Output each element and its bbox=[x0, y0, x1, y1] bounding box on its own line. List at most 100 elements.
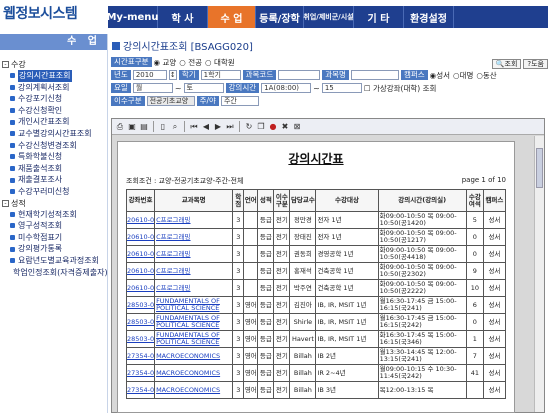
menu-item-6[interactable]: 환경설정 bbox=[404, 6, 454, 28]
course-name-link[interactable]: C프로그래밍 bbox=[154, 245, 234, 263]
course-name-link[interactable]: C프로그래밍 bbox=[154, 228, 234, 246]
menu-item-0[interactable]: My-menu bbox=[106, 6, 159, 28]
campus-seongseo[interactable]: ◉성서 bbox=[430, 70, 450, 81]
page-icon[interactable]: ▯ bbox=[158, 122, 168, 132]
table-cell: IB, IR, MSIT 1년 bbox=[315, 313, 379, 331]
table-cell: 성서 bbox=[482, 262, 507, 280]
term-select[interactable]: 1학기 bbox=[200, 70, 241, 80]
menu-item-2[interactable]: 수 업 bbox=[208, 6, 256, 28]
sidebar-item[interactable]: 수강신청변경조회 bbox=[2, 140, 107, 152]
course-name-link[interactable]: C프로그래밍 bbox=[154, 211, 234, 229]
next-page-icon[interactable]: ▶ bbox=[213, 122, 223, 132]
sidebar-item[interactable]: 수강꾸러미신청 bbox=[2, 186, 107, 198]
sidebar-item[interactable]: 재출결포조사 bbox=[2, 174, 107, 186]
course-number-link[interactable]: 27354-01 bbox=[125, 347, 156, 365]
sidebar-group[interactable]: - 수강 bbox=[2, 59, 107, 70]
course-name-link[interactable]: MACROECONOMICS bbox=[154, 364, 234, 382]
first-page-icon[interactable]: ⏮ bbox=[189, 122, 199, 132]
sidebar-item[interactable]: 학업인정조회(자격증제출자) bbox=[2, 267, 108, 279]
viewer-scrollbar[interactable] bbox=[534, 136, 544, 412]
course-name-link[interactable]: MACROECONOMICS bbox=[154, 381, 234, 399]
export-icon[interactable]: ▤ bbox=[139, 122, 149, 132]
day-from-select[interactable]: 월 bbox=[132, 83, 173, 93]
sidebar-item[interactable]: 교수별강의시간표조회 bbox=[2, 128, 107, 140]
refresh-icon[interactable]: ↻ bbox=[244, 122, 254, 132]
course-number-link[interactable]: 20610-02 bbox=[125, 228, 156, 246]
column-header: 성적 bbox=[257, 189, 275, 212]
radio-graduate[interactable]: ○ 대학원 bbox=[205, 57, 235, 68]
table-cell: 성서 bbox=[482, 296, 507, 314]
sidebar-item[interactable]: 특화학불신청 bbox=[2, 151, 107, 163]
year-stepper[interactable]: ↕ bbox=[168, 70, 177, 80]
sidebar-group[interactable]: - 성적 bbox=[2, 198, 107, 209]
period-select[interactable]: 주간 bbox=[220, 96, 259, 106]
course-number-link[interactable]: 28503-03 bbox=[125, 330, 156, 348]
year-input[interactable]: 2010 bbox=[132, 70, 167, 80]
course-name-link[interactable]: FUNDAMENTALS OF POLITICAL SCIENCE bbox=[154, 296, 234, 314]
day-to-select[interactable]: 토 bbox=[183, 83, 224, 93]
sidebar-item[interactable]: 강의평가통록 bbox=[2, 243, 107, 255]
collapse-icon[interactable]: - bbox=[2, 61, 9, 68]
sidebar-item[interactable]: 강의계획서조회 bbox=[2, 82, 107, 94]
viewer-toolbar: ⎙ ▣ ▤ ▯ ⌕ ⏮ ◀ ▶ ⏭ ↻ ❐ ● ✖ ⊠ bbox=[112, 119, 544, 135]
campus-dongsan[interactable]: ○동산 bbox=[476, 70, 496, 81]
stop-icon[interactable]: ● bbox=[268, 122, 278, 132]
track-select[interactable]: 전공기초교양 bbox=[146, 96, 195, 106]
time-to-select[interactable]: 15 bbox=[321, 83, 362, 93]
scroll-thumb[interactable] bbox=[536, 148, 543, 188]
collapse-icon[interactable]: - bbox=[2, 199, 9, 207]
course-name-link[interactable]: C프로그래밍 bbox=[154, 262, 234, 280]
course-name-input[interactable] bbox=[350, 70, 399, 80]
course-name-link[interactable]: FUNDAMENTALS OF POLITICAL SCIENCE bbox=[154, 313, 234, 331]
last-page-icon[interactable]: ⏭ bbox=[225, 122, 235, 132]
course-number-link[interactable]: 27354-02 bbox=[125, 364, 156, 382]
column-header: 교과목명 bbox=[154, 189, 234, 212]
sidebar-item[interactable]: 수강신청확인 bbox=[2, 105, 107, 117]
course-name-link[interactable]: FUNDAMENTALS OF POLITICAL SCIENCE bbox=[154, 330, 234, 348]
prev-page-icon[interactable]: ◀ bbox=[201, 122, 211, 132]
track-label: 이수구분 bbox=[111, 96, 145, 106]
radio-liberal[interactable]: ◉ 교양 bbox=[154, 57, 177, 68]
zoom-icon[interactable]: ⌕ bbox=[170, 122, 180, 132]
table-cell: 전기 bbox=[273, 245, 291, 263]
sidebar-item[interactable]: 개인시간표조회 bbox=[2, 116, 107, 128]
copy-icon[interactable]: ❐ bbox=[256, 122, 266, 132]
course-number-link[interactable]: 20610-01 bbox=[125, 211, 156, 229]
virtual-course-checkbox[interactable]: ☐ 가상강좌(대학) 조회 bbox=[364, 83, 437, 94]
find-icon[interactable]: ✖ bbox=[280, 122, 290, 132]
campus-daemyeong[interactable]: ○대명 bbox=[453, 70, 473, 81]
sidebar-item[interactable]: 재품출석조회 bbox=[2, 163, 107, 175]
save-icon[interactable]: ▣ bbox=[127, 122, 137, 132]
table-cell bbox=[243, 228, 259, 246]
menu-item-1[interactable]: 학 사 bbox=[158, 6, 208, 28]
menu-item-5[interactable]: 기 타 bbox=[354, 6, 404, 28]
sidebar-item[interactable]: 미수학점표기 bbox=[2, 232, 107, 244]
course-number-link[interactable]: 28503-02 bbox=[125, 313, 156, 331]
course-number-link[interactable]: 28503-01 bbox=[125, 296, 156, 314]
course-number-link[interactable]: 20610-05 bbox=[125, 279, 156, 297]
menu-item-3[interactable]: 등록/장학 bbox=[256, 6, 304, 28]
sidebar-item[interactable]: 현재학기성적조회 bbox=[2, 209, 107, 221]
course-number-link[interactable]: 20610-03 bbox=[125, 245, 156, 263]
menu-item-4[interactable]: 취업/제비군/시설 bbox=[303, 6, 354, 28]
course-code-input[interactable] bbox=[278, 70, 321, 80]
sidebar-item[interactable]: 영구성적조회 bbox=[2, 220, 107, 232]
course-name-link[interactable]: MACROECONOMICS bbox=[154, 347, 234, 365]
close-icon[interactable]: ⊠ bbox=[292, 122, 302, 132]
sidebar-item[interactable]: 강의시간표조회 bbox=[2, 70, 107, 82]
course-number-link[interactable]: 27354-03 bbox=[125, 381, 156, 399]
table-cell: 10 bbox=[465, 279, 484, 297]
sidebar-item[interactable]: 요람년도별교육과정조회 bbox=[2, 255, 107, 267]
course-name-link[interactable]: C프로그래밍 bbox=[154, 279, 234, 297]
table-cell: 등급 bbox=[257, 262, 275, 280]
bullet-icon bbox=[10, 119, 15, 125]
sidebar-item[interactable]: 수강포기신청 bbox=[2, 93, 107, 105]
course-number-link[interactable]: 20610-04 bbox=[125, 262, 156, 280]
column-header: 수강여석 bbox=[465, 189, 484, 212]
print-icon[interactable]: ⎙ bbox=[115, 122, 125, 132]
table-row: 20610-04C프로그래밍3 등급전기홍재석건축공학 1년화09:00-10:5… bbox=[125, 262, 507, 280]
table-cell: IB, IR, MSIT 1년 bbox=[315, 330, 379, 348]
column-header: 캠퍼스 bbox=[482, 189, 507, 212]
time-from-select[interactable]: 1A(08:00) bbox=[261, 83, 312, 93]
radio-major[interactable]: ○ 전공 bbox=[179, 57, 202, 68]
